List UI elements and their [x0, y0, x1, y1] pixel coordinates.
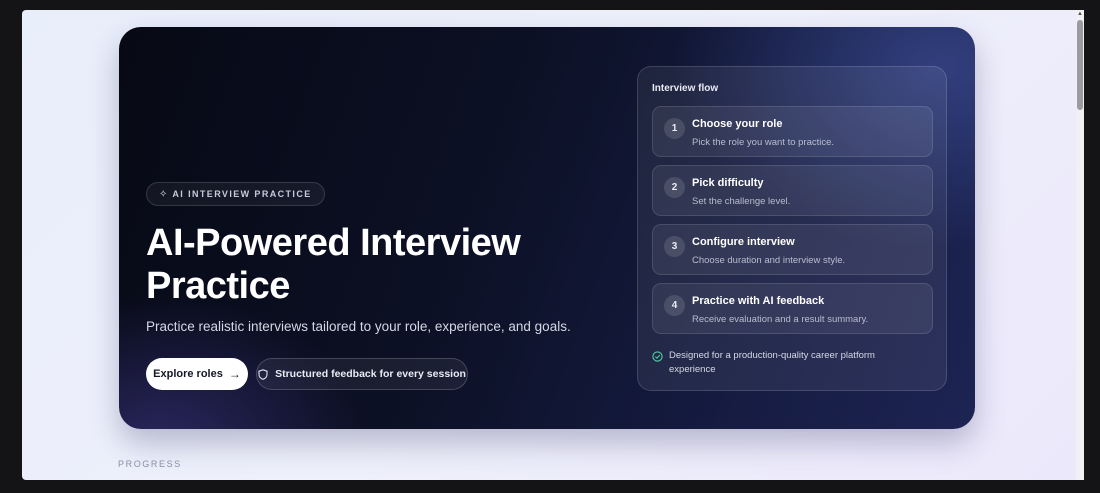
eyebrow-badge: ✧ AI INTERVIEW PRACTICE — [146, 182, 325, 206]
interview-flow-panel: Interview flow 1 Choose your role Pick t… — [637, 66, 947, 391]
step-title: Configure interview — [692, 236, 795, 248]
step-number: 2 — [664, 177, 685, 198]
check-circle-icon — [652, 351, 663, 362]
step-number: 1 — [664, 118, 685, 139]
step-description: Set the challenge level. — [692, 196, 791, 207]
flow-step-practice-ai-feedback[interactable]: 4 Practice with AI feedback Receive eval… — [652, 283, 933, 334]
hero-title: AI-Powered Interview Practice — [146, 222, 521, 307]
scroll-up-arrow-icon[interactable]: ▲ — [1077, 11, 1083, 17]
flow-step-choose-role[interactable]: 1 Choose your role Pick the role you wan… — [652, 106, 933, 157]
note-text: Designed for a production-quality career… — [669, 350, 875, 375]
scrollbar-thumb[interactable] — [1077, 20, 1083, 110]
structured-feedback-label: Structured feedback for every session — [275, 368, 466, 380]
progress-section-label: PROGRESS — [118, 459, 182, 469]
explore-roles-label: Explore roles — [153, 368, 223, 380]
flow-step-pick-difficulty[interactable]: 2 Pick difficulty Set the challenge leve… — [652, 165, 933, 216]
step-title: Choose your role — [692, 118, 783, 130]
interview-flow-title: Interview flow — [652, 83, 719, 94]
shield-icon — [258, 368, 268, 380]
step-description: Pick the role you want to practice. — [692, 137, 835, 148]
flow-step-configure-interview[interactable]: 3 Configure interview Choose duration an… — [652, 224, 933, 275]
production-quality-note: Designed for a production-quality career… — [652, 349, 922, 377]
step-number: 3 — [664, 236, 685, 257]
structured-feedback-button[interactable]: Structured feedback for every session — [256, 358, 468, 390]
step-number: 4 — [664, 295, 685, 316]
explore-roles-button[interactable]: Explore roles → — [146, 358, 248, 390]
eyebrow-label: AI INTERVIEW PRACTICE — [172, 189, 312, 199]
step-description: Choose duration and interview style. — [692, 255, 846, 266]
hero-card: ✧ AI INTERVIEW PRACTICE AI-Powered Inter… — [119, 27, 975, 429]
step-title: Practice with AI feedback — [692, 295, 825, 307]
step-title: Pick difficulty — [692, 177, 764, 189]
arrow-right-icon: → — [228, 367, 241, 381]
hero-subtitle: Practice realistic interviews tailored t… — [146, 319, 571, 334]
sparkle-icon: ✧ — [159, 188, 168, 200]
step-description: Receive evaluation and a result summary. — [692, 314, 869, 325]
